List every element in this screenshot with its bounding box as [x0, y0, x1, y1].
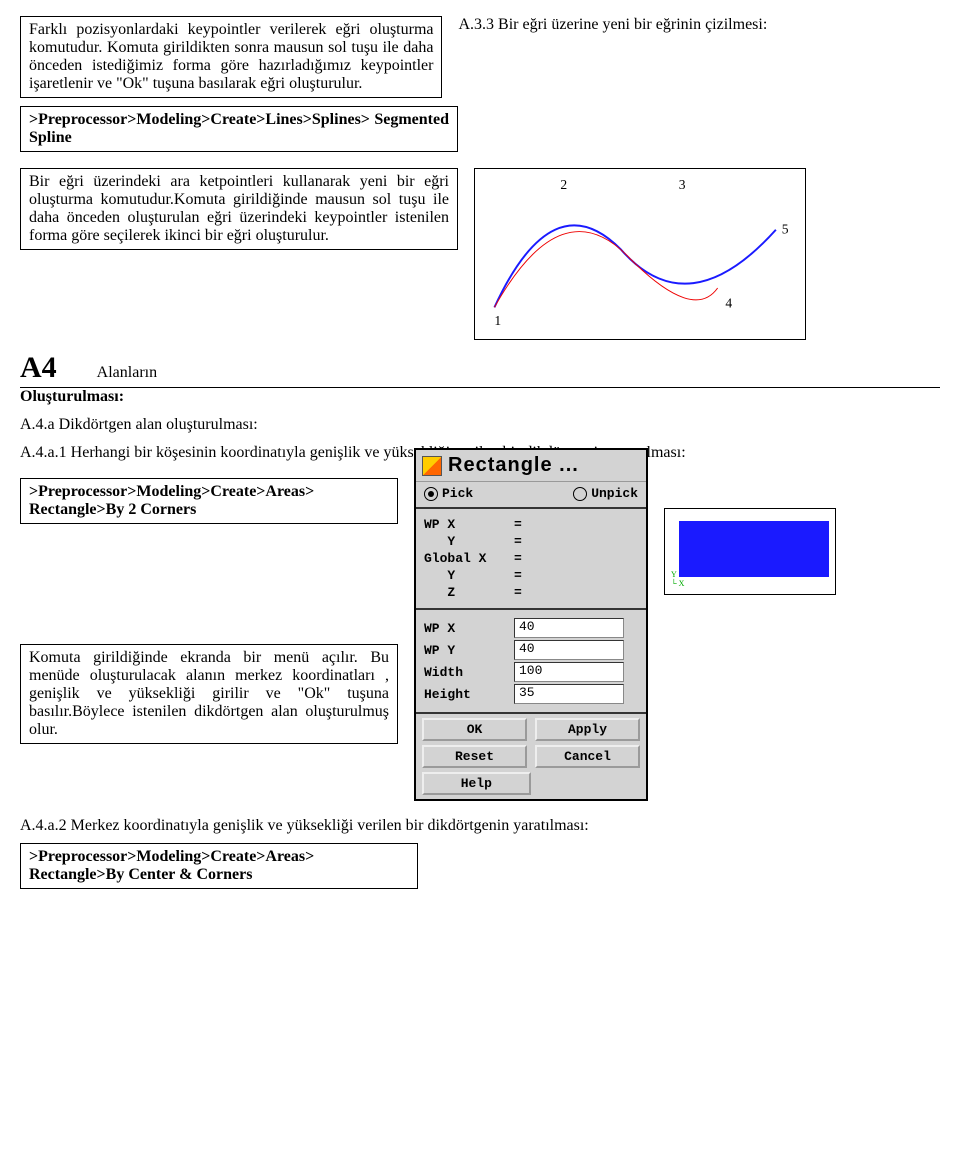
height-input[interactable]: 35: [514, 684, 624, 704]
curve-desc: Bir eğri üzerindeki ara ketpointleri kul…: [29, 173, 449, 244]
rect-path-box: >Preprocessor>Modeling>Create>Areas> Rec…: [20, 478, 398, 524]
intro-row: Farklı pozisyonlardaki keypointler veril…: [20, 16, 940, 98]
curve-plot: 1 2 3 4 5: [474, 168, 806, 340]
dialog-row: >Preprocessor>Modeling>Create>Areas> Rec…: [20, 478, 940, 801]
ok-button[interactable]: OK: [422, 718, 527, 741]
curve-image-wrap: 1 2 3 4 5: [474, 168, 814, 345]
kp-5: 5: [782, 222, 789, 237]
input-section: WP X40 WP Y40 Width100 Height35: [416, 612, 646, 710]
curve-desc-box: Bir eğri üzerindeki ara ketpointleri kul…: [20, 168, 458, 250]
radio-dot-icon: [573, 487, 587, 501]
readout-row: Z=: [424, 585, 638, 600]
wpy-input[interactable]: 40: [514, 640, 624, 660]
intro-paragraph-box: Farklı pozisyonlardaki keypointler veril…: [20, 16, 442, 98]
kp-2: 2: [560, 177, 567, 192]
wpx-input[interactable]: 40: [514, 618, 624, 638]
wpy-row: WP Y40: [424, 640, 638, 660]
dialog-title: Rectangle ...: [448, 454, 579, 477]
kp-4: 4: [725, 295, 732, 310]
dialog-titlebar: Rectangle ...: [416, 450, 646, 482]
help-button[interactable]: Help: [422, 772, 531, 795]
btn-row-2: Reset Cancel: [422, 745, 640, 768]
divider: [416, 507, 646, 509]
height-row: Height35: [424, 684, 638, 704]
kp-3: 3: [679, 177, 686, 192]
pick-radio[interactable]: Pick: [424, 486, 473, 501]
radio-dot-icon: [424, 487, 438, 501]
reset-button[interactable]: Reset: [422, 745, 527, 768]
intro-paragraph: Farklı pozisyonlardaki keypointler veril…: [29, 21, 433, 92]
readout-section: WP X= Y= Global X= Y= Z=: [416, 511, 646, 606]
menu-desc: Komuta girildiğinde ekranda bir menü açı…: [29, 649, 389, 738]
kp-1: 1: [494, 313, 501, 328]
readout-row: Y=: [424, 534, 638, 549]
a4-title: Alanların: [97, 364, 157, 382]
curve-row: Bir eğri üzerindeki ara ketpointleri kul…: [20, 168, 940, 345]
readout-row: Y=: [424, 568, 638, 583]
wpx-row: WP X40: [424, 618, 638, 638]
width-input[interactable]: 100: [514, 662, 624, 682]
a4-header: A4 Alanların: [20, 351, 940, 388]
width-row: Width100: [424, 662, 638, 682]
center-path-box: >Preprocessor>Modeling>Create>Areas> Rec…: [20, 843, 418, 889]
a4a2-heading: A.4.a.2 Merkez koordinatıyla genişlik ve…: [20, 817, 940, 835]
center-path: >Preprocessor>Modeling>Create>Areas> Rec…: [29, 848, 314, 883]
btn-row-3: Help: [422, 772, 640, 795]
axis-icon: Y└ X: [671, 570, 684, 588]
cancel-button[interactable]: Cancel: [535, 745, 640, 768]
readout-row: Global X=: [424, 551, 638, 566]
spline-path: >Preprocessor>Modeling>Create>Lines>Spli…: [29, 111, 449, 146]
a4-subtitle: Oluşturulması:: [20, 388, 940, 406]
apply-button[interactable]: Apply: [535, 718, 640, 741]
a4a-heading: A.4.a Dikdörtgen alan oluşturulması:: [20, 416, 940, 434]
menu-desc-box: Komuta girildiğinde ekranda bir menü açı…: [20, 644, 398, 744]
btn-row-1: OK Apply: [422, 718, 640, 741]
a33-heading: A.3.3 Bir eğri üzerine yeni bir eğrinin …: [458, 16, 940, 34]
pick-radio-row: Pick Unpick: [416, 482, 646, 505]
left-boxes-col: >Preprocessor>Modeling>Create>Areas> Rec…: [20, 478, 398, 744]
rect-path: >Preprocessor>Modeling>Create>Areas> Rec…: [29, 483, 314, 518]
rectangle-dialog: Rectangle ... Pick Unpick WP X= Y= Globa…: [414, 448, 648, 801]
readout-row: WP X=: [424, 517, 638, 532]
divider: [416, 712, 646, 714]
divider: [416, 608, 646, 610]
spline-path-box: >Preprocessor>Modeling>Create>Lines>Spli…: [20, 106, 458, 152]
rectangle-result-image: Y└ X: [664, 508, 836, 595]
blue-rect: [679, 521, 829, 577]
a4-number: A4: [20, 351, 57, 385]
ansys-logo-icon: [422, 456, 442, 476]
unpick-radio[interactable]: Unpick: [573, 486, 638, 501]
